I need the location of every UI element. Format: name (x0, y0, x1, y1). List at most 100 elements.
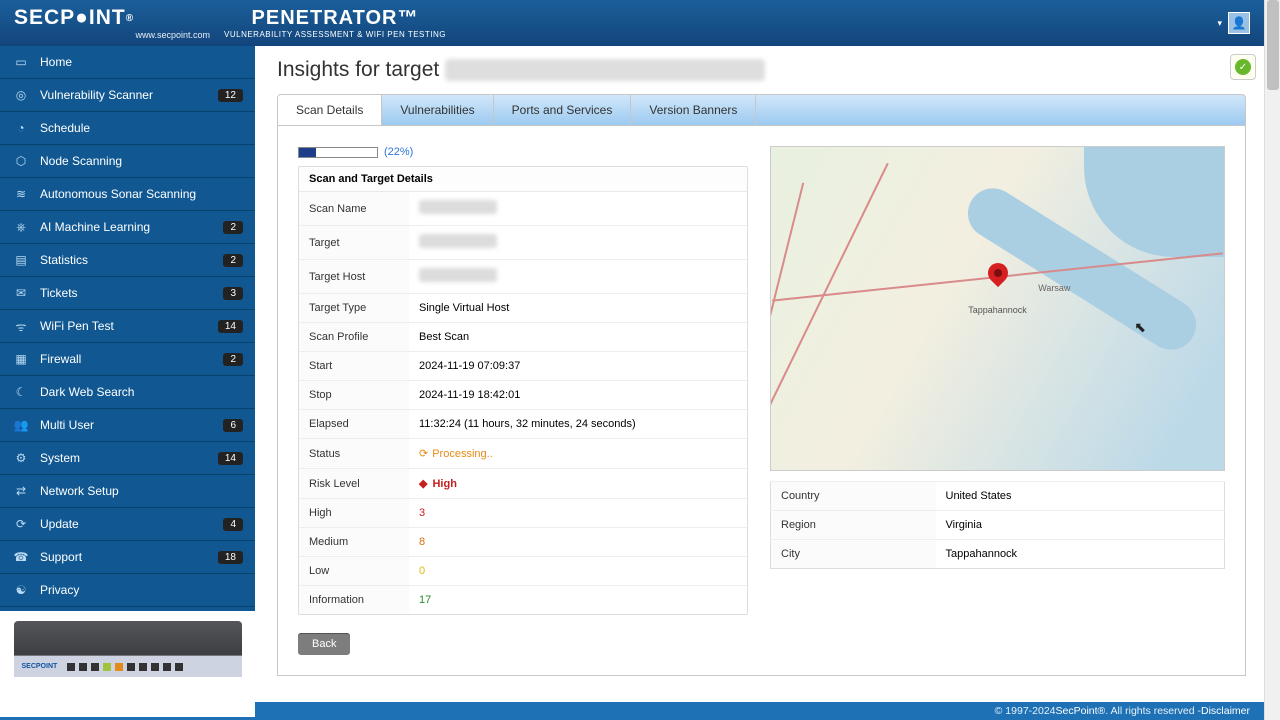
scan-profile-value: Best Scan (409, 323, 747, 352)
sidebar-item-system[interactable]: ⚙ System14 (0, 442, 255, 475)
progress: (22%) (298, 146, 748, 158)
back-button[interactable]: Back (298, 633, 350, 655)
region-value: Virginia (936, 511, 1225, 540)
start-value: 2024-11-19 07:09:37 (409, 352, 747, 381)
nav-icon: ▤ (12, 252, 30, 268)
tab-scan-details[interactable]: Scan Details (278, 95, 382, 125)
high-count: 3 (409, 499, 747, 528)
logo-url: www.secpoint.com (14, 30, 224, 40)
nav-label: AI Machine Learning (40, 220, 223, 234)
logo-text: SECP●INT (14, 6, 126, 30)
nav-badge: 14 (218, 320, 243, 333)
sidebar-item-vulnerability-scanner[interactable]: ◎Vulnerability Scanner12 (0, 79, 255, 112)
nav-badge: 2 (223, 353, 243, 366)
sidebar-item-statistics[interactable]: ▤ Statistics2 (0, 244, 255, 277)
nav-icon: ⎈ (12, 219, 30, 235)
map-label: Warsaw (1038, 283, 1070, 293)
sidebar-item-tickets[interactable]: ✉ Tickets3 (0, 277, 255, 310)
tabs: Scan DetailsVulnerabilitiesPorts and Ser… (277, 94, 1246, 126)
nav-badge: 4 (223, 518, 243, 531)
tab-vulnerabilities[interactable]: Vulnerabilities (382, 95, 493, 125)
redacted-target (445, 59, 765, 81)
tab-ports-and-services[interactable]: Ports and Services (494, 95, 632, 125)
nav-badge: 3 (223, 287, 243, 300)
nav-badge: 6 (223, 419, 243, 432)
info-count: 17 (409, 586, 747, 615)
sidebar-item-update[interactable]: ⟳Update4 (0, 508, 255, 541)
sidebar-item-autonomous-sonar-scanning[interactable]: ≋ Autonomous Sonar Scanning (0, 178, 255, 211)
brand-logo: SECP●INT® www.secpoint.com (14, 6, 224, 40)
sidebar-item-schedule[interactable]: ◔Schedule (0, 112, 255, 145)
panel-heading: Scan and Target Details (299, 167, 747, 192)
nav-label: Privacy (40, 583, 243, 597)
details-panel: Scan and Target Details Scan Name Target… (298, 166, 748, 615)
risk-level-value: High (419, 478, 457, 490)
nav-label: Network Setup (40, 484, 243, 498)
nav-label: Multi User (40, 418, 223, 432)
top-bar: SECP●INT® www.secpoint.com PENETRATOR™ V… (0, 0, 1264, 46)
tab-version-banners[interactable]: Version Banners (631, 95, 756, 125)
scroll-thumb[interactable] (1267, 0, 1279, 90)
nav-icon: ▦ (12, 351, 30, 367)
low-count: 0 (409, 557, 747, 586)
nav-label: Firewall (40, 352, 223, 366)
sidebar-item-privacy[interactable]: ☯Privacy (0, 574, 255, 607)
nav-label: Statistics (40, 253, 223, 267)
map-pin-label: Tappahannock (968, 305, 1027, 315)
progress-percent: (22%) (384, 146, 413, 158)
sidebar-item-node-scanning[interactable]: ⬡Node Scanning (0, 145, 255, 178)
nav-label: Home (40, 55, 243, 69)
nav-icon: ≋ (12, 186, 30, 202)
redacted-value (419, 268, 497, 282)
city-value: Tappahannock (936, 540, 1225, 569)
nav-label: System (40, 451, 218, 465)
main-content: ✓ Insights for target Scan DetailsVulner… (255, 46, 1264, 702)
user-icon: 👤 (1232, 16, 1247, 30)
sidebar-item-multi-user[interactable]: 👥 Multi User6 (0, 409, 255, 442)
nav-label: Autonomous Sonar Scanning (40, 187, 243, 201)
map-pin-icon (988, 263, 1008, 283)
sidebar: ▭Home◎Vulnerability Scanner12◔Schedule⬡N… (0, 46, 255, 702)
nav-icon: ⚙ (12, 450, 30, 466)
tab-body: (22%) Scan and Target Details Scan Name … (277, 126, 1246, 676)
nav-icon: ᯤ (12, 318, 30, 334)
user-avatar[interactable]: 👤 (1228, 12, 1250, 34)
nav-label: Schedule (40, 121, 243, 135)
user-menu-caret-icon[interactable]: ▾ (1217, 18, 1222, 29)
stop-value: 2024-11-19 18:42:01 (409, 381, 747, 410)
sidebar-item-network-setup[interactable]: ⇄Network Setup (0, 475, 255, 508)
nav-badge: 14 (218, 452, 243, 465)
nav-icon: ☎ (12, 549, 30, 565)
scrollbar[interactable] (1264, 0, 1280, 720)
cursor-icon: ⬉ (1134, 319, 1146, 336)
nav-icon: ☾ (12, 384, 30, 400)
nav-icon: 👥 (12, 417, 30, 433)
device-image: SECPOINT (0, 611, 255, 717)
status-ok-badge: ✓ (1230, 54, 1256, 80)
sidebar-item-support[interactable]: ☎Support18 (0, 541, 255, 574)
product-name: PENETRATOR™ (252, 7, 419, 30)
sidebar-item-ai-machine-learning[interactable]: ⎈AI Machine Learning2 (0, 211, 255, 244)
nav-label: Support (40, 550, 218, 564)
nav-icon: ⬡ (12, 153, 30, 169)
nav-label: Dark Web Search (40, 385, 243, 399)
nav-label: Tickets (40, 286, 223, 300)
check-icon: ✓ (1235, 59, 1251, 75)
nav-icon: ✉ (12, 285, 30, 301)
nav-label: WiFi Pen Test (40, 319, 218, 333)
nav-icon: ▭ (12, 54, 30, 70)
sidebar-item-home[interactable]: ▭ Home (0, 46, 255, 79)
sidebar-item-wifi-pen-test[interactable]: ᯤ WiFi Pen Test14 (0, 310, 255, 343)
country-value: United States (936, 482, 1225, 511)
sidebar-item-firewall[interactable]: ▦ Firewall2 (0, 343, 255, 376)
sidebar-item-dark-web-search[interactable]: ☾ Dark Web Search (0, 376, 255, 409)
disclaimer-link[interactable]: Disclaimer (1201, 705, 1250, 717)
nav-badge: 12 (218, 89, 243, 102)
progress-bar (298, 147, 378, 158)
nav-badge: 2 (223, 254, 243, 267)
target-type-value: Single Virtual Host (409, 294, 747, 323)
details-table: Scan Name Target Target Host Target Type… (299, 192, 747, 614)
footer-brand-link[interactable]: SecPoint® (1056, 705, 1106, 717)
medium-count: 8 (409, 528, 747, 557)
geo-map[interactable]: Tappahannock Warsaw ⬉ (770, 146, 1225, 471)
